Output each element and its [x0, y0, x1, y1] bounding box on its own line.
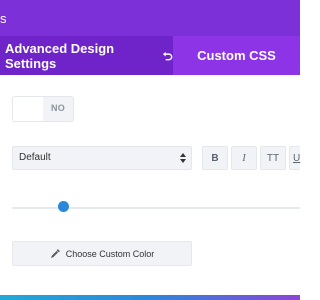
undo-icon[interactable]: [162, 50, 173, 62]
toggle-knob: [13, 97, 43, 121]
font-select-value: Default: [19, 152, 51, 163]
bold-button[interactable]: B: [202, 146, 228, 170]
select-arrows-icon: [180, 153, 186, 163]
header-bar: s: [0, 0, 300, 36]
window-title: s: [0, 11, 7, 26]
tab-custom-css[interactable]: Custom CSS: [173, 36, 300, 75]
tab-label: Advanced Design Settings: [5, 40, 115, 71]
bottom-accent-bar: [0, 295, 300, 300]
uppercase-label: TT: [266, 152, 280, 164]
underline-label: U: [293, 152, 301, 164]
italic-label: I: [242, 152, 246, 164]
italic-button[interactable]: I: [231, 146, 257, 170]
uppercase-button[interactable]: TT: [260, 146, 286, 170]
underline-button[interactable]: U: [289, 146, 300, 170]
bold-label: B: [211, 152, 219, 164]
tab-label: Custom CSS: [197, 48, 276, 63]
tab-advanced-design-settings[interactable]: Advanced Design Settings: [0, 36, 173, 75]
color-button-label: Choose Custom Color: [65, 248, 155, 259]
choose-custom-color-button[interactable]: Choose Custom Color: [12, 241, 192, 266]
toggle-state-label: NO: [51, 103, 66, 113]
settings-tabs: Advanced Design Settings Custom CSS: [0, 36, 300, 75]
toggle-switch[interactable]: NO: [12, 96, 74, 122]
slider-track[interactable]: [12, 207, 300, 209]
eyedropper-icon: [50, 249, 60, 259]
font-select[interactable]: Default: [12, 146, 192, 170]
slider-handle[interactable]: [58, 201, 69, 212]
